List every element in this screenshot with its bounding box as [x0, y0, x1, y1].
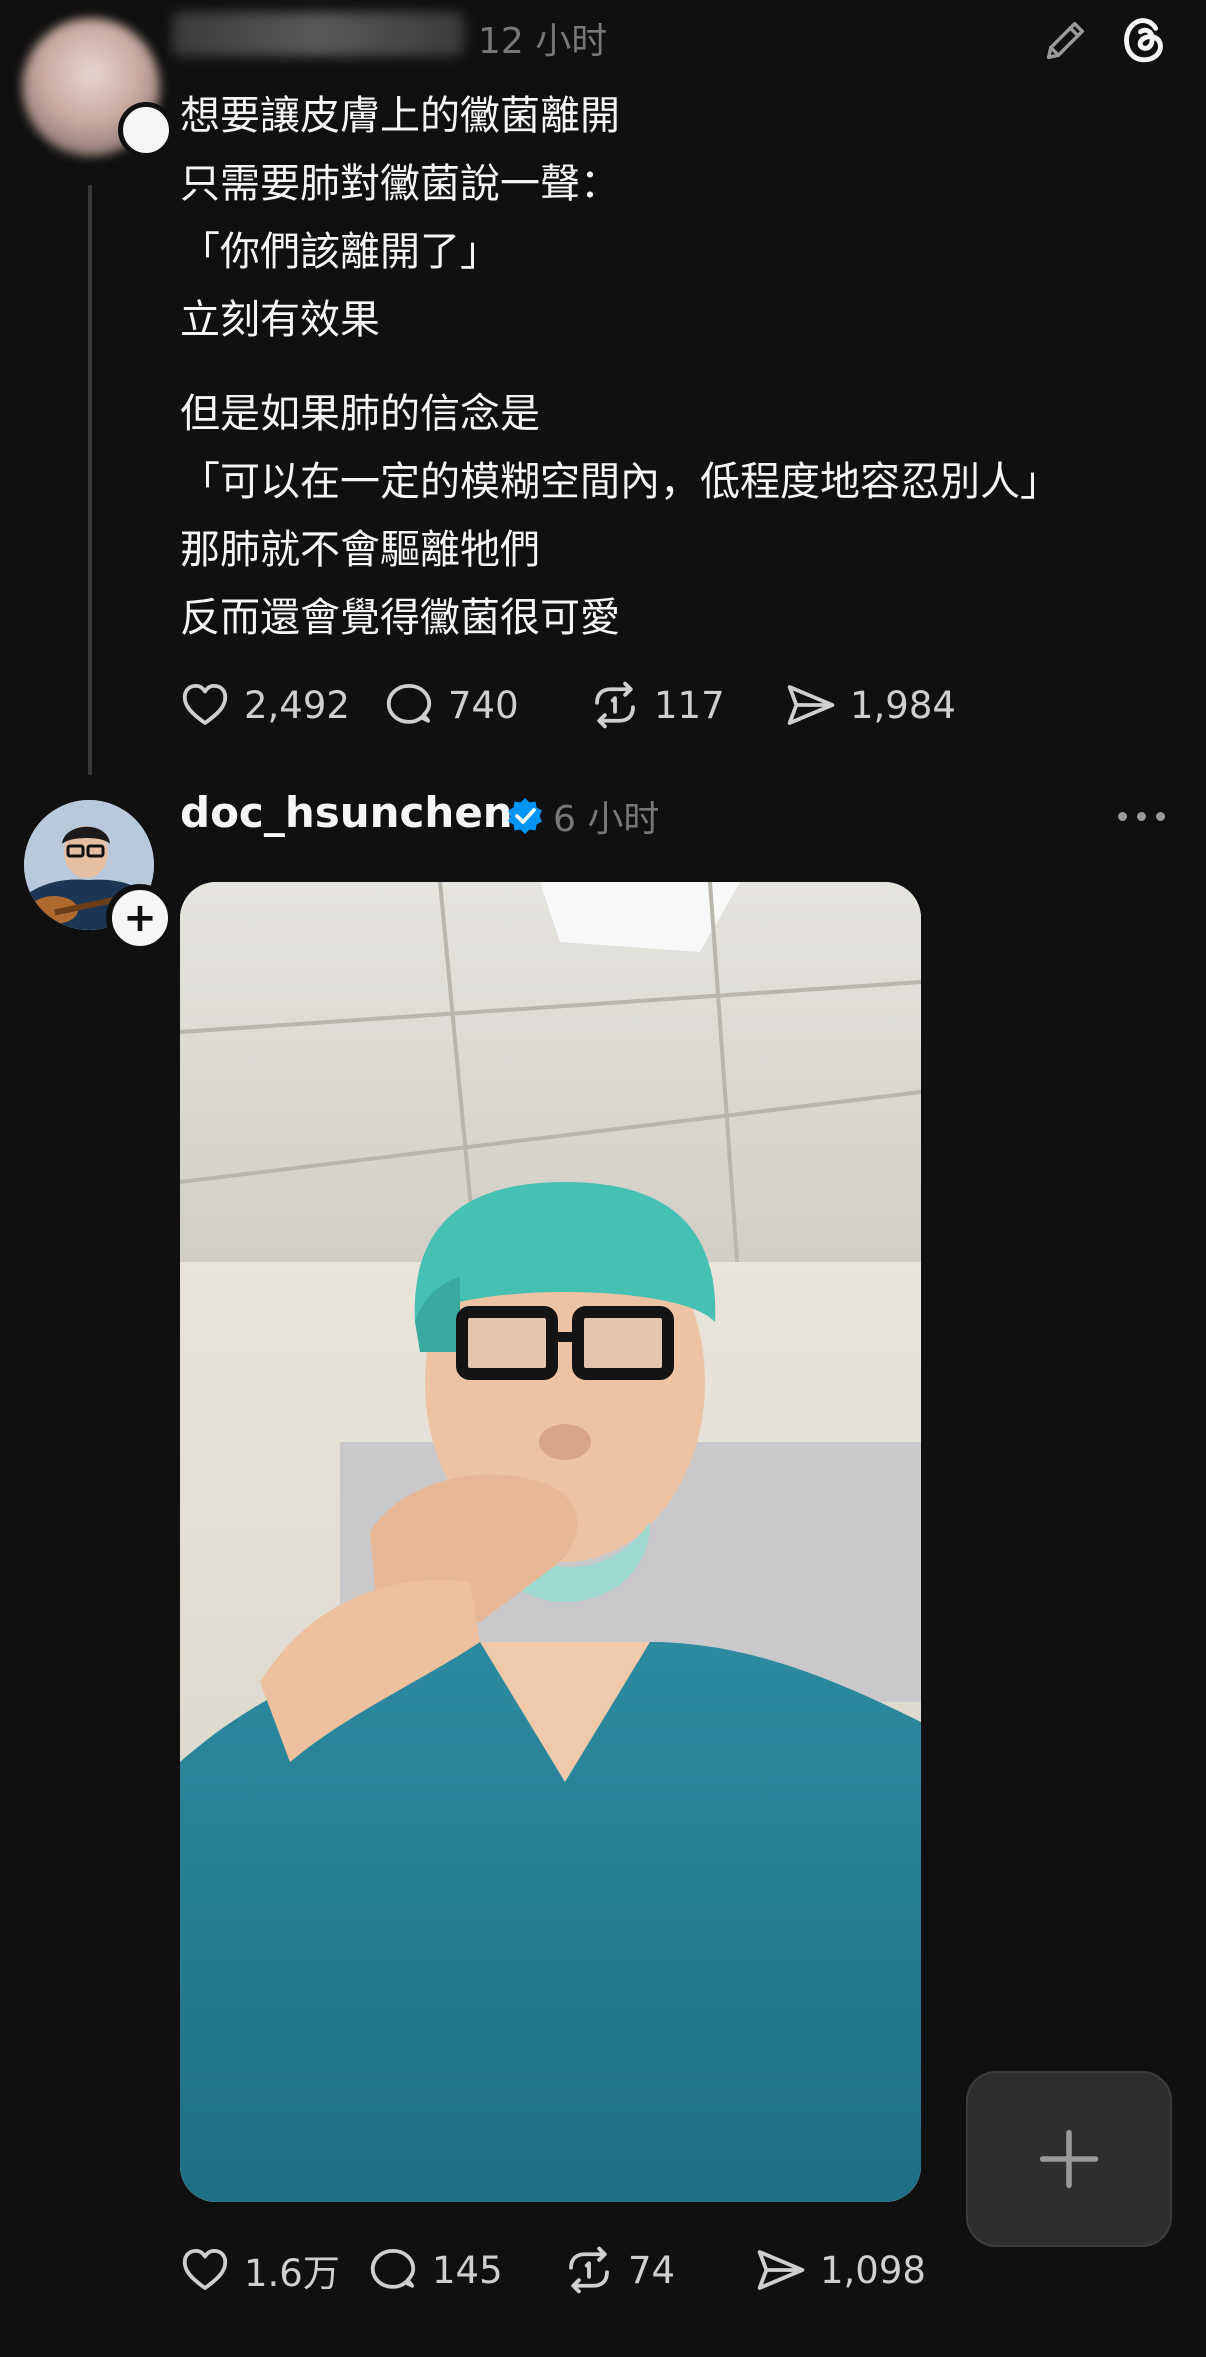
follow-plus-button[interactable]: +: [106, 884, 174, 952]
share-button[interactable]: 1,984: [784, 678, 956, 732]
post-line: 那肺就不會驅離牠們: [180, 527, 540, 573]
post-line: 反而還會覺得黴菌很可愛: [180, 595, 620, 641]
post-paragraph-2: 但是如果肺的信念是 「可以在一定的模糊空間內，低程度地容忍別人」 那肺就不會驅離…: [180, 380, 1060, 652]
comment-icon: [370, 2248, 416, 2289]
like-count: 1.6万: [244, 2252, 340, 2295]
like-count: 2,492: [244, 683, 350, 727]
repost-count: 74: [628, 2248, 676, 2292]
post-line: 「可以在一定的模糊空間內，低程度地容忍別人」: [180, 459, 1060, 505]
post-paragraph-1: 想要讓皮膚上的黴菌離開 只需要肺對黴菌說一聲： 「你們該離開了」 立刻有效果: [180, 82, 1060, 354]
post-line: 但是如果肺的信念是: [180, 391, 540, 437]
thread-line: [88, 185, 92, 775]
post-line: 立刻有效果: [180, 297, 380, 343]
heart-icon: [182, 683, 228, 725]
repost-icon: [569, 2246, 609, 2294]
post-line: 「你們該離開了」: [180, 229, 500, 275]
post-photo[interactable]: [180, 882, 921, 2202]
plus-icon: [1039, 2129, 1099, 2189]
post-time: 6 小时: [553, 799, 660, 840]
username-blurred[interactable]: [172, 12, 464, 56]
like-button[interactable]: 2,492: [178, 678, 358, 732]
send-icon: [787, 685, 835, 725]
more-icon[interactable]: [1118, 812, 1165, 821]
reply-button[interactable]: 740: [382, 678, 588, 732]
post-body: 想要讓皮膚上的黴菌離開 只需要肺對黴菌說一聲： 「你們該離開了」 立刻有效果 但…: [180, 82, 1060, 678]
share-count: 1,984: [850, 683, 956, 727]
repost-icon: [595, 681, 635, 729]
comment-icon: [386, 683, 432, 724]
repost-count: 117: [654, 683, 725, 727]
pencil-icon[interactable]: [1040, 14, 1092, 66]
post-time: 12 小时: [478, 21, 608, 62]
share-count: 1,098: [820, 2248, 926, 2292]
post-line: 只需要肺對黴菌說一聲：: [180, 161, 620, 207]
reply-count: 740: [448, 683, 519, 727]
reply-button[interactable]: 145: [366, 2243, 562, 2297]
repost-button[interactable]: 117: [588, 678, 784, 732]
repost-button[interactable]: 74: [562, 2243, 754, 2297]
send-icon: [757, 2250, 805, 2290]
heart-icon: [182, 2248, 228, 2290]
post-line: 想要讓皮膚上的黴菌離開: [180, 93, 620, 139]
username[interactable]: doc_hsunchen: [180, 788, 513, 837]
threads-logo-icon[interactable]: [1116, 12, 1172, 68]
like-button[interactable]: 1.6万: [178, 2243, 358, 2297]
avatar-badge: [118, 102, 174, 158]
post-actions: 2,492 740 117 1,984: [178, 678, 956, 732]
new-post-fab[interactable]: [966, 2071, 1172, 2247]
verified-badge-icon: [505, 796, 545, 836]
share-button[interactable]: 1,098: [754, 2243, 926, 2297]
post-actions: 1.6万 145 74 1,098: [178, 2243, 926, 2297]
reply-count: 145: [432, 2248, 503, 2292]
